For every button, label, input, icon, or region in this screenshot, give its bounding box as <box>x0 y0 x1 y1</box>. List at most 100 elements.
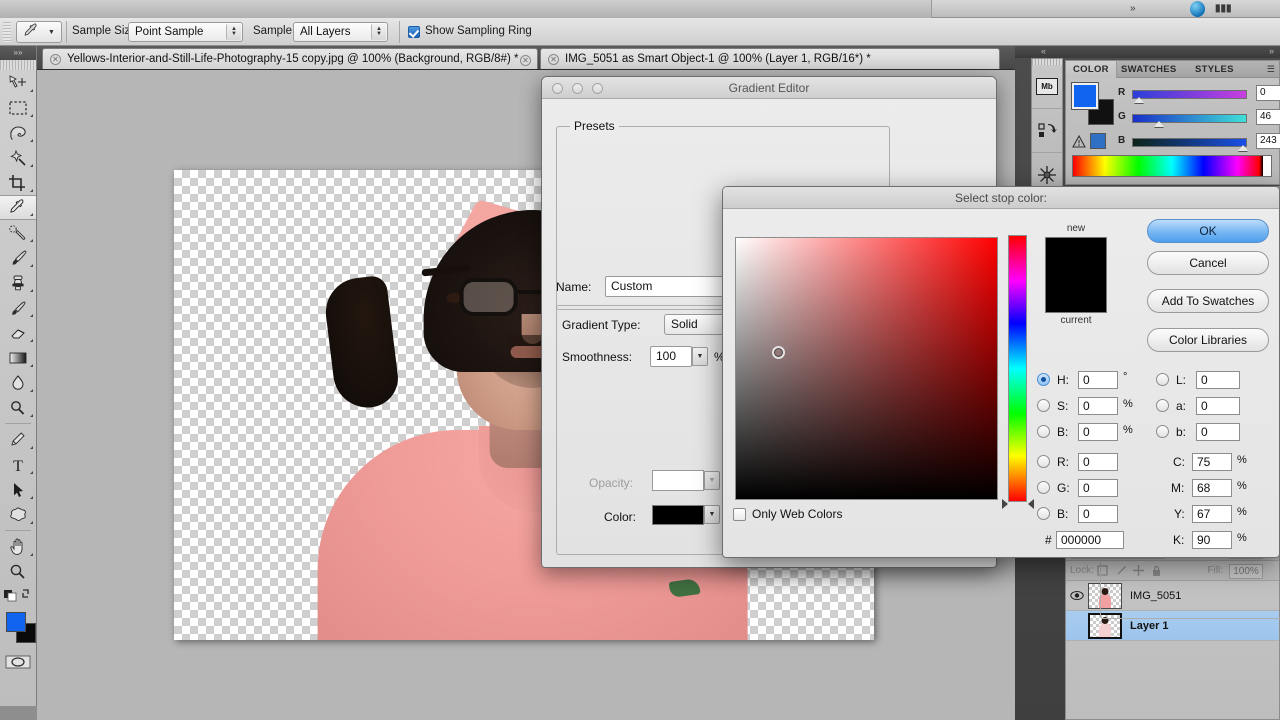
smoothness-dropdown-icon[interactable]: ▼ <box>692 347 708 366</box>
radio-blue[interactable] <box>1037 507 1050 520</box>
input-lab-a[interactable]: 0 <box>1196 397 1240 415</box>
type-tool[interactable]: T <box>0 452 36 477</box>
add-to-swatches-button[interactable]: Add To Swatches <box>1147 289 1269 313</box>
new-color-swatch[interactable] <box>1045 237 1107 313</box>
input-black[interactable]: 90 <box>1192 531 1232 549</box>
channel-thumb-r[interactable] <box>1134 97 1144 103</box>
lasso-tool[interactable] <box>0 120 36 145</box>
move-tool[interactable] <box>0 70 36 95</box>
minimize-window-icon[interactable] <box>572 83 583 94</box>
channel-value-g[interactable]: 46 <box>1256 109 1280 125</box>
tab-color[interactable]: COLOR <box>1066 61 1117 78</box>
input-blue[interactable]: 0 <box>1078 505 1118 523</box>
gradient-tool[interactable] <box>0 345 36 370</box>
stepper-arrows-icon[interactable]: ▲ ▼ <box>226 24 241 40</box>
spot-healing-tool[interactable] <box>0 220 36 245</box>
radio-brightness[interactable] <box>1037 425 1050 438</box>
cs-live-icon[interactable] <box>1190 1 1205 17</box>
history-actions-icon[interactable] <box>1032 109 1062 153</box>
dock-collapse-bar[interactable]: « » <box>1015 46 1280 58</box>
quick-mask-toggle[interactable] <box>0 652 36 672</box>
color-field-marker[interactable] <box>772 346 785 359</box>
path-selection-tool[interactable] <box>0 477 36 502</box>
dock-collapse-left-icon[interactable]: « <box>1041 46 1046 56</box>
stepper-arrows-icon[interactable]: ▲ ▼ <box>371 24 386 40</box>
channel-slider-r[interactable] <box>1132 90 1247 99</box>
panel-menu-icon[interactable]: ☰ <box>1267 64 1275 75</box>
layer-name[interactable]: Layer 1 <box>1130 620 1169 632</box>
color-picker-ok-button[interactable]: OK <box>1147 219 1269 243</box>
tab-styles[interactable]: STYLES <box>1188 61 1241 78</box>
warning-triangle-icon[interactable] <box>1072 134 1086 148</box>
color-swatches[interactable] <box>0 610 36 652</box>
input-red[interactable]: 0 <box>1078 453 1118 471</box>
out-of-gamut-swatch[interactable] <box>1090 133 1106 149</box>
active-tool-preset[interactable]: ▼ <box>16 21 62 43</box>
color-libraries-button[interactable]: Color Libraries <box>1147 328 1269 352</box>
input-lab-b[interactable]: 0 <box>1196 423 1240 441</box>
color-panel-foreground-swatch[interactable] <box>1071 82 1099 110</box>
eraser-tool[interactable] <box>0 320 36 345</box>
channel-value-b[interactable]: 243 <box>1256 133 1280 149</box>
color-spectrum-ramp[interactable] <box>1072 155 1272 177</box>
mini-bridge-icon[interactable]: Mb <box>1032 65 1062 109</box>
close-window-icon[interactable] <box>552 83 563 94</box>
quick-selection-tool[interactable] <box>0 145 36 170</box>
shape-tool[interactable] <box>0 502 36 527</box>
stop-color-dropdown-icon[interactable]: ▼ <box>704 505 720 524</box>
radio-red[interactable] <box>1037 455 1050 468</box>
zoom-window-icon[interactable] <box>592 83 603 94</box>
radio-lab-a[interactable] <box>1156 399 1169 412</box>
only-web-colors-checkbox[interactable] <box>733 508 746 521</box>
input-green[interactable]: 0 <box>1078 479 1118 497</box>
gradient-editor-titlebar[interactable]: Gradient Editor <box>542 77 996 99</box>
channel-value-r[interactable]: 0 <box>1256 85 1280 101</box>
brush-tool[interactable] <box>0 245 36 270</box>
close-icon[interactable]: ✕ <box>50 54 61 65</box>
radio-hue[interactable] <box>1037 373 1050 386</box>
radio-saturation[interactable] <box>1037 399 1050 412</box>
color-picker-cancel-button[interactable]: Cancel <box>1147 251 1269 275</box>
default-colors-button[interactable] <box>0 584 36 606</box>
foreground-color-swatch[interactable] <box>6 612 26 632</box>
sample-size-select[interactable]: Point Sample ▲ ▼ <box>128 22 243 42</box>
zoom-tool[interactable] <box>0 559 36 584</box>
input-yellow[interactable]: 67 <box>1192 505 1232 523</box>
menu-strip-left[interactable] <box>0 0 932 18</box>
channel-slider-b[interactable] <box>1132 138 1247 147</box>
hex-input[interactable]: 000000 <box>1056 531 1124 549</box>
channel-thumb-b[interactable] <box>1238 145 1248 151</box>
smoothness-input[interactable]: 100 <box>650 346 692 367</box>
sample-select[interactable]: All Layers ▲ ▼ <box>293 22 388 42</box>
saturation-value-field[interactable] <box>735 237 998 500</box>
blur-tool[interactable] <box>0 370 36 395</box>
crop-tool[interactable] <box>0 170 36 195</box>
input-lightness[interactable]: 0 <box>1196 371 1240 389</box>
input-cyan[interactable]: 75 <box>1192 453 1232 471</box>
history-brush-tool[interactable] <box>0 295 36 320</box>
dodge-tool[interactable] <box>0 395 36 420</box>
marquee-tool[interactable] <box>0 95 36 120</box>
tab-swatches[interactable]: SWATCHES <box>1114 61 1184 78</box>
radio-lab-b[interactable] <box>1156 425 1169 438</box>
hue-slider[interactable] <box>1008 235 1027 502</box>
hand-tool[interactable] <box>0 534 36 559</box>
input-saturation[interactable]: 0 <box>1078 397 1118 415</box>
input-magenta[interactable]: 68 <box>1192 479 1232 497</box>
stop-opacity-field[interactable] <box>652 470 704 491</box>
show-sampling-ring-checkbox[interactable] <box>408 26 420 38</box>
radio-green[interactable] <box>1037 481 1050 494</box>
tools-panel-collapse[interactable]: »» <box>0 46 36 60</box>
dock-collapse-right-icon[interactable]: » <box>1269 46 1274 56</box>
close-icon[interactable]: ✕ <box>520 55 531 66</box>
stop-opacity-dropdown-icon[interactable]: ▼ <box>704 471 720 490</box>
input-hue[interactable]: 0 <box>1078 371 1118 389</box>
tools-panel-grip[interactable] <box>0 60 36 70</box>
tool-preset-chevron-icon[interactable]: ▼ <box>48 29 55 36</box>
clone-stamp-tool[interactable] <box>0 270 36 295</box>
document-tab-1[interactable]: ✕ Yellows-Interior-and-Still-Life-Photog… <box>42 48 538 69</box>
input-brightness[interactable]: 0 <box>1078 423 1118 441</box>
radio-lightness[interactable] <box>1156 373 1169 386</box>
options-bar-grip[interactable] <box>3 22 11 42</box>
channel-slider-g[interactable] <box>1132 114 1247 123</box>
